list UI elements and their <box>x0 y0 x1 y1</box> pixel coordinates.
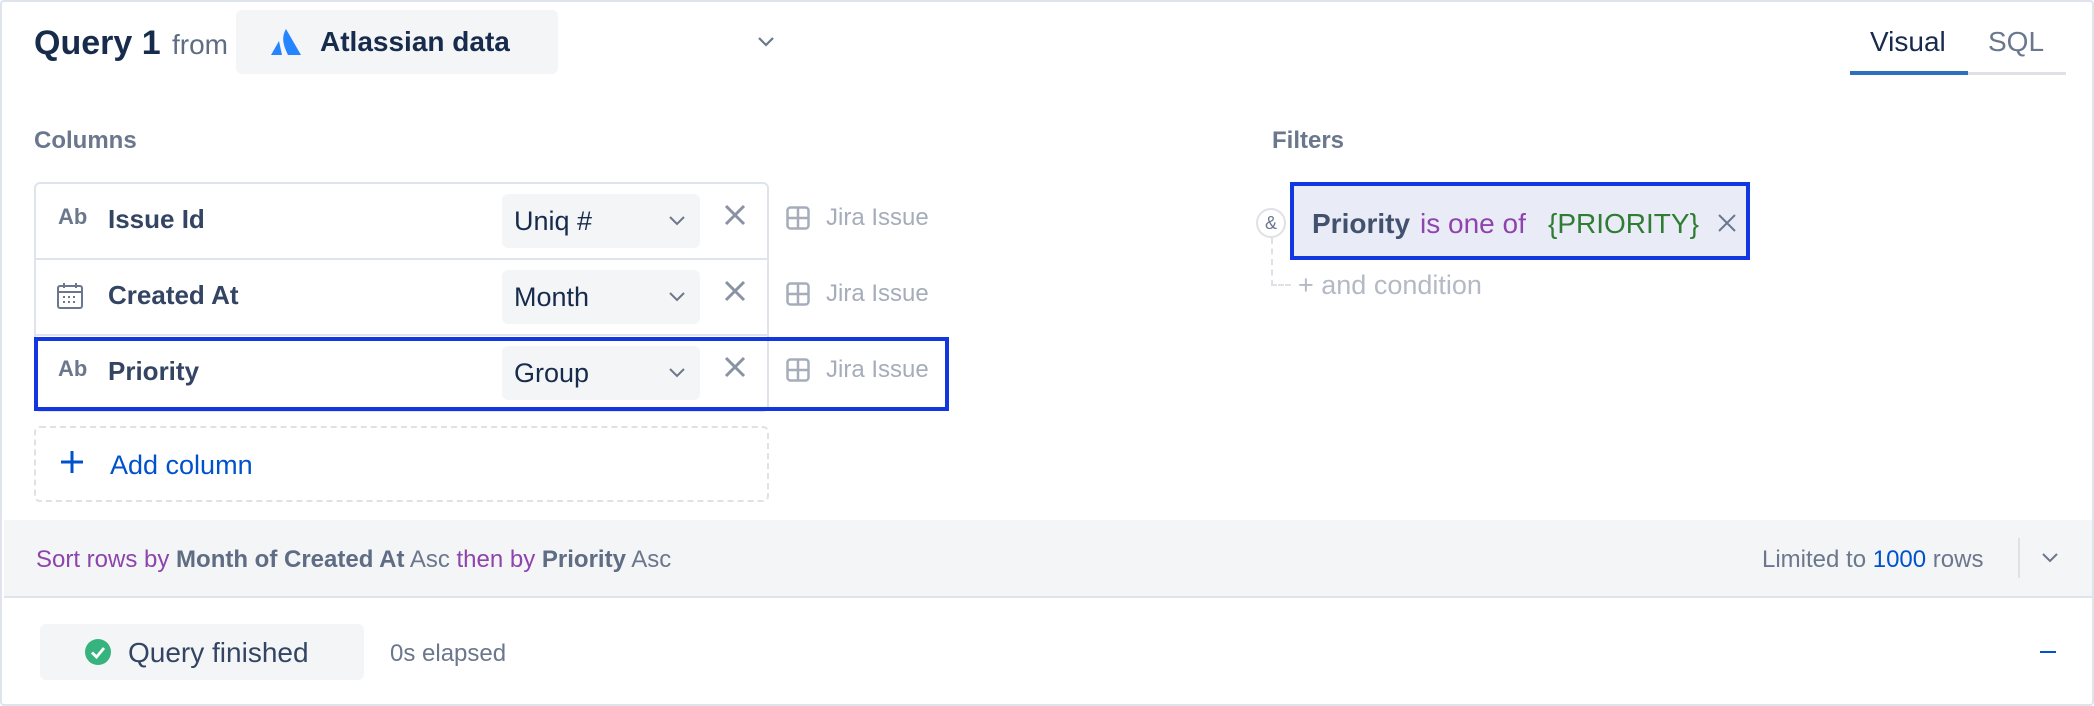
table-grid-icon <box>786 206 810 230</box>
chevron-down-icon[interactable] <box>2040 550 2060 566</box>
sort-first-field: Month of Created At <box>176 546 405 573</box>
success-check-icon <box>85 639 111 665</box>
add-column-button[interactable]: Add column <box>34 426 769 502</box>
column-name[interactable]: Issue Id <box>108 204 205 235</box>
priority-row-highlight <box>34 337 949 411</box>
tab-visual[interactable]: Visual <box>1870 26 1946 58</box>
remove-filter-icon[interactable] <box>1716 212 1738 234</box>
sort-second-field: Priority <box>541 546 626 573</box>
sort-separator <box>2018 538 2020 578</box>
sort-description[interactable]: Sort rows by Month of Created At Asc the… <box>36 546 671 574</box>
row-limit[interactable]: Limited to 1000 rows <box>1762 546 1983 574</box>
status-label: Query finished <box>128 637 309 668</box>
remove-column-icon[interactable] <box>722 202 748 228</box>
table-grid-icon <box>786 282 810 306</box>
filter-priority[interactable]: Priority is one of {PRIORITY} <box>1290 182 1750 260</box>
atlassian-logo-icon <box>271 29 301 55</box>
add-condition-button[interactable]: + and condition <box>1298 270 1482 301</box>
tab-sql[interactable]: SQL <box>1988 26 2044 58</box>
plus-icon <box>61 451 83 473</box>
mode-tabs: Visual SQL <box>1850 20 2066 76</box>
limit-prefix: Limited to <box>1762 546 1867 573</box>
collapse-icon[interactable] <box>2038 642 2058 662</box>
remove-column-icon[interactable] <box>722 278 748 304</box>
query-editor-panel: Query 1 from Atlassian data Visual SQL C… <box>0 0 2094 706</box>
data-source-name: Atlassian data <box>320 26 510 57</box>
data-source-selector[interactable]: Atlassian data <box>236 10 774 74</box>
aggregation-value: Month <box>514 282 590 312</box>
row-divider <box>36 334 767 336</box>
sort-bar: Sort rows by Month of Created At Asc the… <box>4 520 2092 598</box>
calendar-icon <box>57 283 83 309</box>
table-name: Jira Issue <box>826 280 929 307</box>
column-name[interactable]: Created At <box>108 280 239 311</box>
row-divider <box>36 258 767 260</box>
filter-value: {PRIORITY} <box>1548 208 1699 239</box>
active-tab-indicator <box>1850 71 1968 75</box>
chevron-down-icon <box>669 216 685 226</box>
sort-first-direction: Asc <box>409 546 450 573</box>
table-name: Jira Issue <box>826 204 929 231</box>
add-column-label: Add column <box>110 450 253 480</box>
sort-second-direction: Asc <box>631 546 672 573</box>
query-status: Query finished <box>40 624 364 680</box>
columns-section-label: Columns <box>34 127 137 154</box>
column-row-created-at[interactable]: Created At Month Jira Issue <box>34 258 929 334</box>
filter-column: Priority <box>1312 208 1411 239</box>
aggregation-select[interactable]: Month <box>502 270 700 324</box>
elapsed-time: 0s elapsed <box>390 640 507 667</box>
column-row-issue-id[interactable]: Ab Issue Id Uniq # Jira Issue <box>34 182 929 258</box>
chevron-down-icon <box>758 37 774 47</box>
sort-prefix: Sort rows by <box>36 546 170 573</box>
aggregation-value: Uniq # <box>514 206 593 236</box>
limit-suffix: rows <box>1932 546 1984 573</box>
filter-operator: is one of <box>1420 208 1526 239</box>
limit-value: 1000 <box>1872 546 1927 573</box>
and-combinator[interactable]: & <box>1256 208 1286 238</box>
aggregation-select[interactable]: Uniq # <box>502 194 700 248</box>
from-label: from <box>172 29 228 60</box>
text-type-icon: Ab <box>58 204 88 229</box>
sort-then: then by <box>456 546 536 573</box>
query-title[interactable]: Query 1 <box>34 24 161 63</box>
chevron-down-icon <box>669 292 685 302</box>
filters-section-label: Filters <box>1272 127 1345 154</box>
filter-tree-connector <box>1271 238 1291 286</box>
